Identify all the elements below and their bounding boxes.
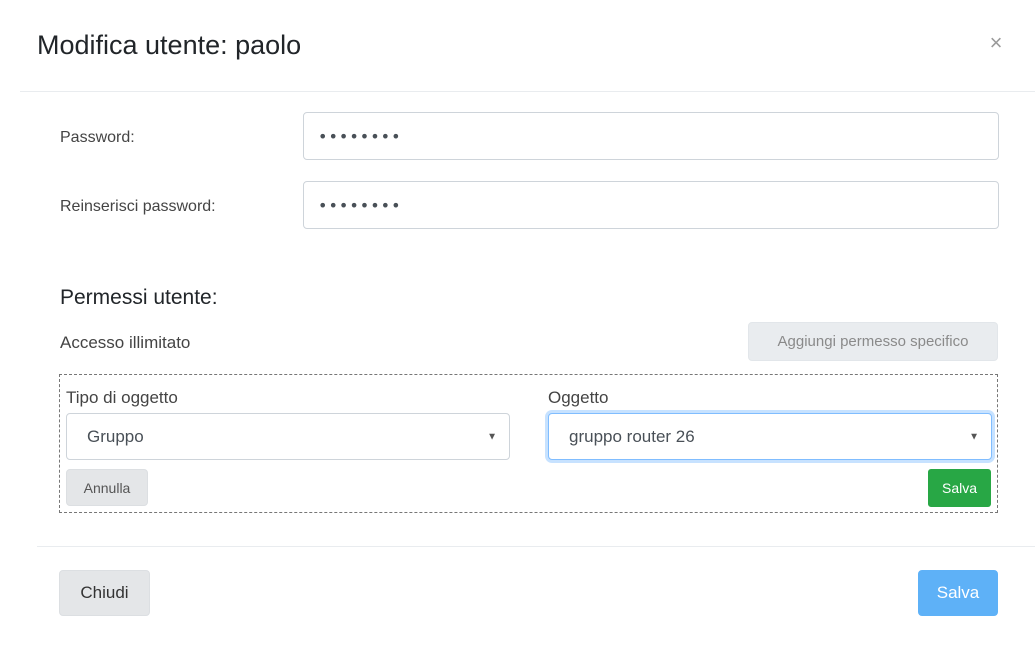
object-type-value: Gruppo	[87, 426, 144, 446]
modal-header: Modifica utente: paolo ×	[0, 0, 1035, 92]
cancel-permission-button[interactable]: Annulla	[66, 469, 148, 506]
object-type-select[interactable]: Gruppo ▼	[66, 413, 510, 460]
confirm-password-input[interactable]: ••••••••	[303, 181, 999, 229]
object-value: gruppo router 26	[569, 426, 695, 446]
edit-user-modal: Modifica utente: paolo × Password: •••••…	[0, 0, 1035, 651]
object-type-label: Tipo di oggetto	[66, 388, 178, 407]
save-permission-button[interactable]: Salva	[928, 469, 991, 507]
confirm-password-label: Reinserisci password:	[60, 198, 216, 215]
object-select[interactable]: gruppo router 26 ▼	[548, 413, 992, 460]
caret-down-icon: ▼	[487, 431, 497, 442]
close-button[interactable]: Chiudi	[59, 570, 150, 616]
header-divider	[20, 91, 1035, 92]
password-label: Password:	[60, 129, 135, 146]
close-icon[interactable]: ×	[985, 30, 1007, 56]
modal-title: Modifica utente: paolo	[37, 30, 302, 60]
password-input[interactable]: ••••••••	[303, 112, 999, 160]
footer-divider	[37, 546, 1035, 547]
access-status-text: Accesso illimitato	[60, 333, 191, 352]
object-label: Oggetto	[548, 388, 609, 407]
save-button[interactable]: Salva	[918, 570, 998, 616]
permissions-title: Permessi utente:	[60, 286, 218, 309]
caret-down-icon: ▼	[969, 431, 979, 442]
add-permission-button[interactable]: Aggiungi permesso specifico	[748, 322, 998, 361]
